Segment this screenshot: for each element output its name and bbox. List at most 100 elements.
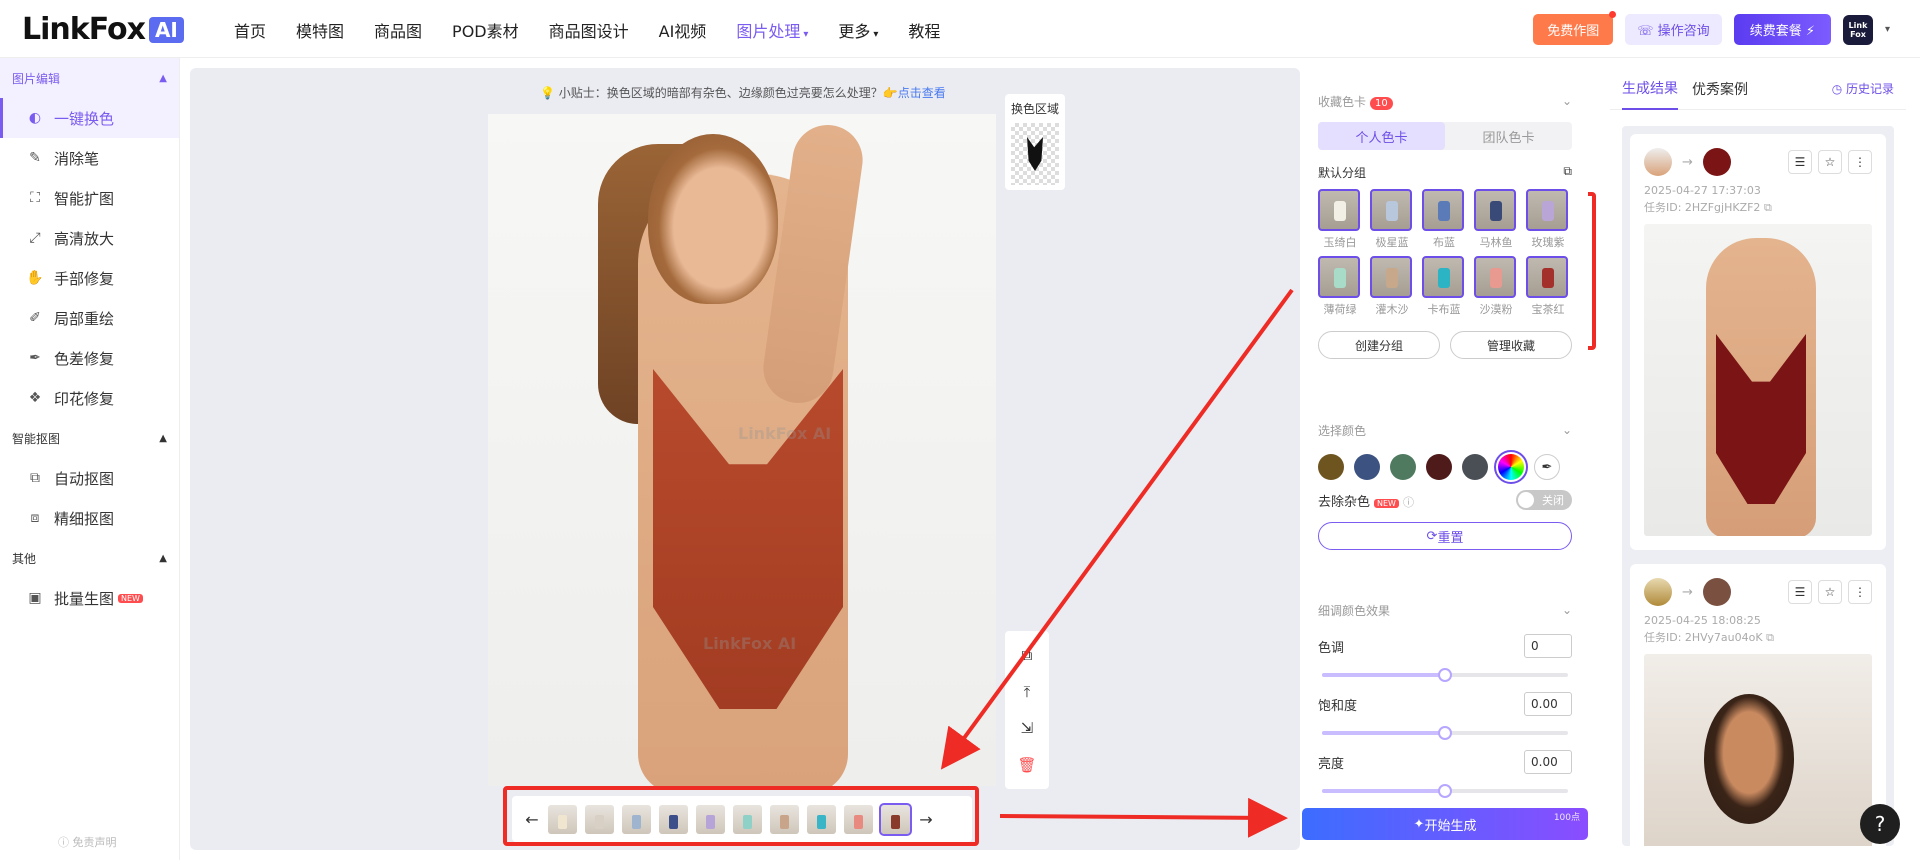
color-dot-2[interactable] [1354, 454, 1380, 480]
copy-icon[interactable]: ⧉ [1563, 164, 1572, 181]
upload-icon[interactable]: ⤒ [1024, 683, 1031, 701]
section-image-editing[interactable]: 图片编辑 ▲ [0, 58, 179, 98]
thumbnail-1[interactable] [548, 804, 577, 834]
nav-image-processing[interactable]: 图片处理 ▾ [736, 18, 808, 42]
sidebar-item-inpaint[interactable]: ✐ 局部重绘 [0, 298, 179, 338]
brightness-slider[interactable] [1322, 780, 1568, 802]
color-wheel-icon[interactable] [1494, 450, 1528, 484]
main-photo[interactable]: LinkFox AI LinkFox AI [488, 114, 996, 786]
history-link[interactable]: ◷ 历史记录 [1832, 80, 1894, 97]
thumbnail-3[interactable] [622, 804, 651, 834]
swatch-item[interactable]: 宝茶红 [1526, 256, 1570, 317]
nav-model-image[interactable]: 模特图 [296, 18, 344, 42]
slider-knob[interactable] [1438, 668, 1452, 682]
result-image[interactable] [1644, 224, 1872, 536]
brightness-input[interactable]: 0.00 [1524, 750, 1572, 774]
reset-button[interactable]: ⟳ 重置 [1318, 522, 1572, 550]
thumbnail-2[interactable] [585, 804, 614, 834]
chevron-down-icon[interactable]: ▾ [1885, 24, 1890, 35]
import-icon[interactable]: ⇲ [1021, 719, 1034, 737]
renew-plan-button[interactable]: 续费套餐 ⚡ [1733, 14, 1831, 45]
swatch-item[interactable]: 薄荷绿 [1318, 256, 1362, 317]
sidebar-item-expand[interactable]: ⛶ 智能扩图 [0, 178, 179, 218]
arrow-left-icon[interactable]: ← [524, 810, 540, 829]
thumbnail-5[interactable] [696, 804, 725, 834]
sidebar-item-fine-cutout[interactable]: ⧈ 精细抠图 [0, 498, 179, 538]
select-color-header[interactable]: 选择颜色 ⌄ [1302, 410, 1588, 450]
more-icon[interactable]: ⋮ [1848, 580, 1872, 604]
tab-team-cards[interactable]: 团队色卡 [1445, 122, 1572, 150]
saturation-input[interactable]: 0.00 [1524, 692, 1572, 716]
trash-icon[interactable]: 🗑 [1017, 756, 1036, 774]
swatch-item[interactable]: 灌木沙 [1370, 256, 1414, 317]
help-button[interactable]: ? [1860, 804, 1900, 844]
sidebar-item-eraser[interactable]: ✎ 消除笔 [0, 138, 179, 178]
sidebar-item-upscale[interactable]: ⤢ 高清放大 [0, 218, 179, 258]
copy-icon[interactable]: ⧉ [1766, 631, 1774, 644]
consult-button[interactable]: ☏ 操作咨询 [1625, 14, 1722, 45]
sidebar-item-one-click-recolor[interactable]: ◐ 一键换色 [0, 98, 179, 138]
swatch-item[interactable]: 卡布蓝 [1422, 256, 1466, 317]
sidebar-item-hand-repair[interactable]: ✋ 手部修复 [0, 258, 179, 298]
star-icon[interactable]: ☆ [1818, 580, 1842, 604]
start-generate-button[interactable]: ✦ 开始生成 100点 [1302, 808, 1588, 840]
swatch-item[interactable]: 玉绮白 [1318, 189, 1362, 250]
section-smart-cutout[interactable]: 智能抠图 ▲ [0, 418, 179, 458]
color-dot-3[interactable] [1390, 454, 1416, 480]
help-icon[interactable]: ⓘ [1403, 496, 1414, 509]
thumbnail-9[interactable] [844, 804, 873, 834]
tab-personal-cards[interactable]: 个人色卡 [1318, 122, 1445, 150]
sliders-icon[interactable]: ☰ [1788, 150, 1812, 174]
nav-home[interactable]: 首页 [234, 18, 266, 42]
nav-pod-assets[interactable]: POD素材 [452, 18, 519, 42]
sidebar-item-batch[interactable]: ▣ 批量生图 NEW [0, 578, 179, 618]
avatar[interactable]: Link Fox [1842, 14, 1873, 45]
sliders-icon[interactable]: ☰ [1788, 580, 1812, 604]
thumbnail-7[interactable] [770, 804, 799, 834]
arrow-right-icon[interactable]: → [918, 810, 934, 829]
swatch-item[interactable]: 沙漠粉 [1474, 256, 1518, 317]
color-dot-4[interactable] [1426, 454, 1452, 480]
thumbnail-10-selected[interactable] [879, 802, 912, 836]
section-other[interactable]: 其他 ▲ [0, 538, 179, 578]
disclaimer-link[interactable]: ⓘ 免责声明 [58, 834, 117, 850]
swatch-item[interactable]: 玫瑰紫 [1526, 189, 1570, 250]
tab-results[interactable]: 生成结果 [1622, 68, 1678, 110]
chevron-down-icon[interactable]: ⌄ [1562, 423, 1572, 437]
thumbnail-8[interactable] [807, 804, 836, 834]
nav-product-image[interactable]: 商品图 [374, 18, 422, 42]
thumbnail-6[interactable] [733, 804, 762, 834]
remove-noise-toggle[interactable]: 关闭 [1516, 490, 1572, 510]
tip-link[interactable]: 👉点击查看 [883, 86, 946, 100]
thumbnail-4[interactable] [659, 804, 688, 834]
sidebar-item-auto-cutout[interactable]: ⧉ 自动抠图 [0, 458, 179, 498]
color-dot-5[interactable] [1462, 454, 1488, 480]
logo[interactable]: LinkFox AI [22, 12, 184, 47]
color-dot-1[interactable] [1318, 454, 1344, 480]
swatch-item[interactable]: 布蓝 [1422, 189, 1466, 250]
nav-more[interactable]: 更多 ▾ [838, 18, 878, 42]
sidebar-item-print-fix[interactable]: ❖ 印花修复 [0, 378, 179, 418]
free-create-button[interactable]: 免费作图 [1533, 11, 1617, 45]
eyedropper-icon[interactable]: ✒ [1534, 454, 1560, 480]
source-thumbnail[interactable] [1644, 578, 1672, 606]
create-group-button[interactable]: 创建分组 [1318, 331, 1440, 359]
color-card-header[interactable]: 收藏色卡 10 ⌄ [1302, 80, 1588, 122]
manage-favorites-button[interactable]: 管理收藏 [1450, 331, 1572, 359]
copy-icon[interactable]: ⧉ [1022, 646, 1033, 664]
nav-tutorial[interactable]: 教程 [908, 18, 940, 42]
sidebar-item-color-fix[interactable]: ✒ 色差修复 [0, 338, 179, 378]
result-image[interactable] [1644, 654, 1872, 846]
slider-knob[interactable] [1438, 726, 1452, 740]
swatch-item[interactable]: 马林鱼 [1474, 189, 1518, 250]
nav-product-design[interactable]: 商品图设计 [549, 18, 629, 42]
source-thumbnail[interactable] [1644, 148, 1672, 176]
chevron-down-icon[interactable]: ⌄ [1562, 603, 1572, 617]
hue-slider[interactable] [1322, 664, 1568, 686]
swap-area-preview[interactable]: 换色区域 [1005, 94, 1065, 190]
tab-showcase[interactable]: 优秀案例 [1692, 69, 1748, 109]
hue-input[interactable]: 0 [1524, 634, 1572, 658]
swatch-item[interactable]: 极星蓝 [1370, 189, 1414, 250]
chevron-down-icon[interactable]: ⌄ [1562, 94, 1572, 108]
star-icon[interactable]: ☆ [1818, 150, 1842, 174]
